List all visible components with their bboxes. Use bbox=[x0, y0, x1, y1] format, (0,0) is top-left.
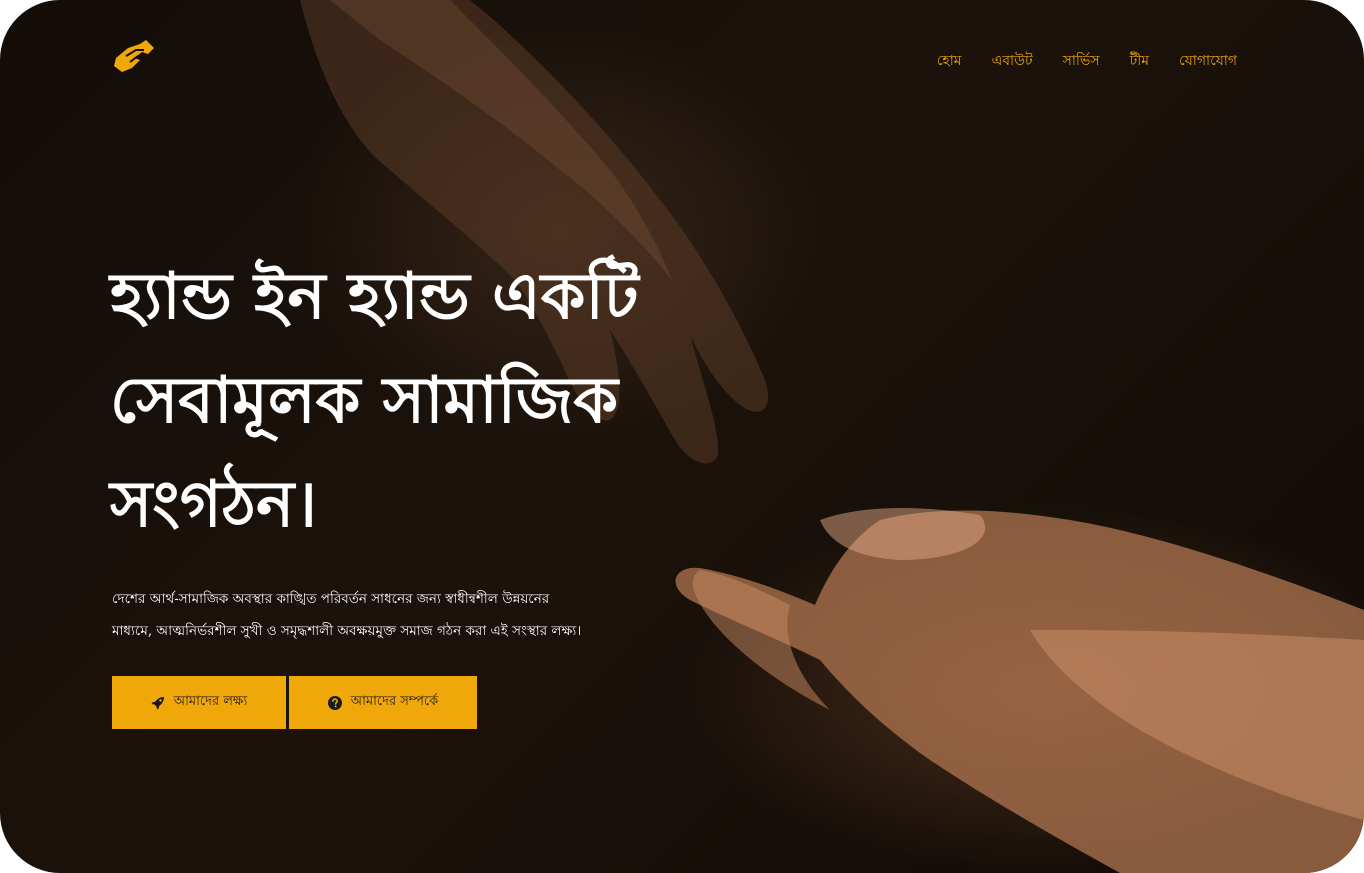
hero-description: দেশের আর্থ-সামাজিক অবস্থার কাঙ্খিত পরিবর… bbox=[112, 591, 582, 639]
nav-link-team[interactable]: টীম bbox=[1130, 50, 1149, 72]
nav-link-home[interactable]: হোম bbox=[937, 50, 962, 72]
nav-link-about[interactable]: এবাউট bbox=[992, 50, 1033, 72]
question-circle-icon bbox=[327, 695, 342, 710]
about-us-button-label: আমাদের সম্পর্কে bbox=[350, 694, 439, 709]
handshake-icon[interactable] bbox=[112, 38, 156, 74]
rocket-icon bbox=[151, 696, 164, 709]
about-us-button[interactable]: আমাদের সম্পর্কে bbox=[289, 676, 477, 729]
nav-link-contact[interactable]: যোগাযোগ bbox=[1179, 50, 1237, 72]
nav-link-service[interactable]: সার্ভিস bbox=[1063, 50, 1100, 72]
hero-headline: হ্যান্ড ইন হ্যান্ড একটি সেবামূলক সামাজিক… bbox=[110, 260, 639, 542]
hero-section: হোম এবাউট সার্ভিস টীম যোগাযোগ হ্যান্ড ইন… bbox=[0, 0, 1364, 873]
our-goal-button[interactable]: আমাদের লক্ষ্য bbox=[112, 676, 286, 729]
our-goal-button-label: আমাদের লক্ষ্য bbox=[173, 694, 248, 709]
main-navigation: হোম এবাউট সার্ভিস টীম যোগাযোগ bbox=[937, 50, 1237, 72]
